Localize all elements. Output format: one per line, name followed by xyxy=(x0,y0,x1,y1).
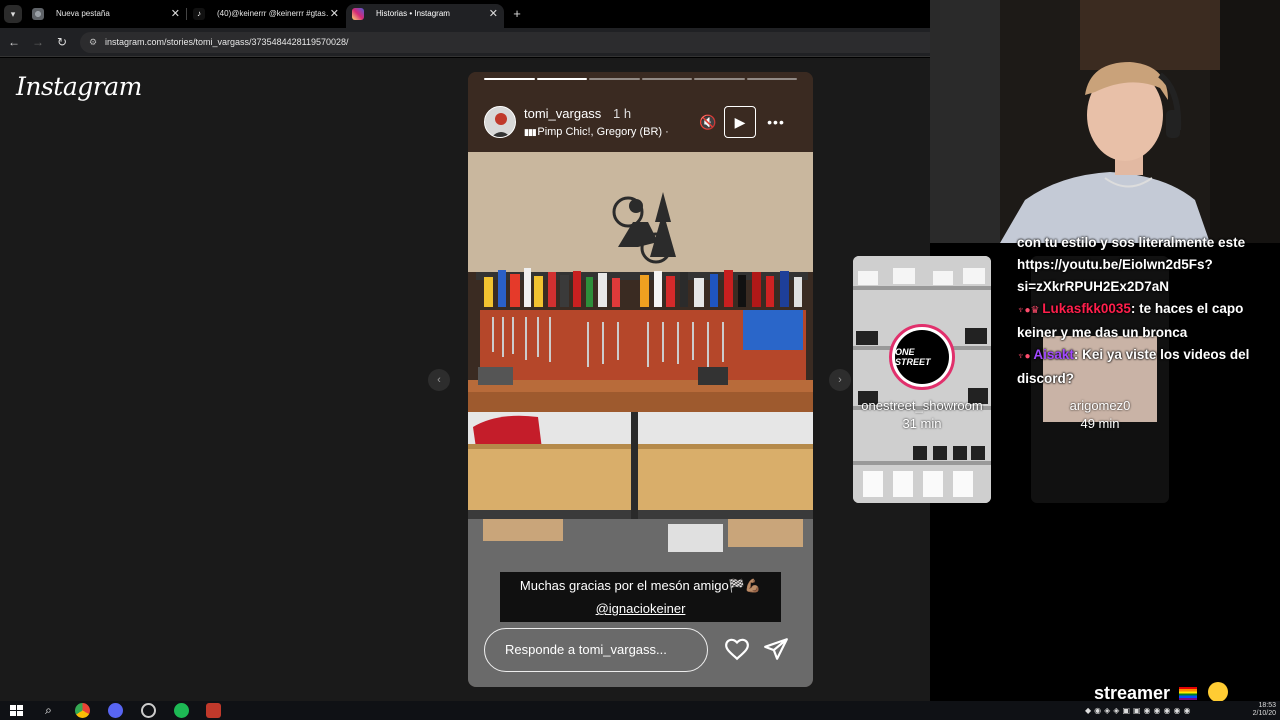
windows-taskbar: ⌕ ◆◉◈◈▣▣◉◉◉◉◉ 18:53 2/10/20 xyxy=(0,701,1280,720)
preview-username: onestreet_showroom xyxy=(861,398,983,413)
progress-segment xyxy=(746,78,797,80)
spotify-icon[interactable] xyxy=(174,703,189,718)
webcam-overlay xyxy=(930,0,1280,243)
windows-logo-icon xyxy=(10,705,23,716)
onestreet-logo-text: ONE STREET xyxy=(895,330,949,384)
story-viewer[interactable]: tomi_vargass 1 h ▮▮▮ Pimp Chic!, Gregory… xyxy=(468,72,813,687)
discord-icon[interactable] xyxy=(108,703,123,718)
instagram-stories-page: Instagram ‹ › tomi_vargass 1 h ▮▮▮ Pimp … xyxy=(0,58,1169,701)
story-username[interactable]: tomi_vargass xyxy=(524,106,601,122)
tiktok-icon: ♪ xyxy=(193,8,205,20)
story-progress-bar xyxy=(484,78,797,81)
clock[interactable]: 18:53 2/10/20 xyxy=(1238,702,1276,718)
windows-start-icon[interactable] xyxy=(9,703,24,718)
site-info-icon[interactable]: ⚙ xyxy=(86,35,100,49)
chat-username: Lukasfkk0035 xyxy=(1042,301,1131,316)
chrome-taskbar-icon[interactable] xyxy=(75,703,90,718)
url-text: instagram.com/stories/tomi_vargass/37354… xyxy=(105,37,349,47)
onestreet-avatar: ONE STREET xyxy=(889,324,955,390)
tab-tiktok[interactable]: ♪ (40)@keinerrr @keinerrr #gtas… ✕ xyxy=(187,4,345,28)
progress-segment xyxy=(589,78,640,80)
tab-title: Historias • Instagram xyxy=(376,9,450,18)
chat-message: con tu estilo y sos literalmente este ht… xyxy=(1010,232,1280,298)
chat-message: ♆● Aisakt: Kei ya viste los videos del d… xyxy=(1010,344,1280,390)
forward-arrow-icon[interactable]: → xyxy=(30,34,46,50)
reload-icon[interactable]: ↻ xyxy=(54,34,70,50)
preview-timestamp: 49 min xyxy=(1080,416,1120,431)
play-icon: ▶ xyxy=(734,114,746,130)
browser-tab-strip: ▾ Nueva pestaña ✕ ♪ (40)@keinerrr @keine… xyxy=(0,0,930,28)
close-tab-icon[interactable]: ✕ xyxy=(171,4,180,24)
address-bar[interactable]: ⚙ instagram.com/stories/tomi_vargass/373… xyxy=(80,32,930,53)
chrome-icon xyxy=(32,8,44,20)
chat-text: con tu estilo y sos literalmente este ht… xyxy=(1017,235,1246,294)
progress-segment xyxy=(694,78,745,80)
browser-toolbar: ← → ↻ ⚙ instagram.com/stories/tomi_varga… xyxy=(0,28,930,57)
play-button[interactable]: ▶ xyxy=(724,106,756,138)
new-tab-icon[interactable]: + xyxy=(509,4,525,24)
app-icon[interactable] xyxy=(206,703,221,718)
preview-username: arigomez0 xyxy=(1069,398,1131,413)
instagram-logo[interactable]: Instagram xyxy=(16,72,142,101)
song-title: Pimp Chic!, Gregory (BR) · xyxy=(537,126,669,138)
reply-input[interactable]: Responde a tomi_vargass... xyxy=(484,628,708,672)
back-arrow-icon[interactable]: ← xyxy=(6,34,22,50)
chat-badges-icon: ♆●♛ xyxy=(1017,305,1043,316)
caption-text: Muchas gracias por el mesón amigo🏁💪🏽 xyxy=(519,578,762,593)
chat-username: Aisakt xyxy=(1033,347,1074,362)
tab-instagram-stories[interactable]: Historias • Instagram ✕ xyxy=(346,4,504,28)
more-options-icon[interactable]: ••• xyxy=(764,112,788,132)
music-bars-icon: ▮▮▮ xyxy=(524,127,538,137)
search-icon[interactable]: ⌕ xyxy=(41,703,56,718)
obs-icon[interactable] xyxy=(141,703,156,718)
next-story-preview-onestreet[interactable]: ONE STREET onestreet_showroom 31 min xyxy=(853,256,991,503)
clock-date: 2/10/20 xyxy=(1252,710,1276,717)
like-heart-icon[interactable] xyxy=(724,636,750,662)
story-timestamp: 1 h xyxy=(613,106,632,121)
send-icon[interactable] xyxy=(763,636,789,662)
preview-timestamp: 31 min xyxy=(902,416,942,431)
streamer-label: streamer xyxy=(1094,683,1171,703)
pride-flag-icon xyxy=(1179,687,1198,700)
chat-badges-icon: ♆● xyxy=(1017,351,1034,362)
close-tab-icon[interactable]: ✕ xyxy=(330,4,339,24)
close-tab-icon[interactable]: ✕ xyxy=(489,4,498,24)
instagram-icon xyxy=(352,8,364,20)
star-eyes-emoji-icon xyxy=(1208,682,1229,702)
tab-new-tab[interactable]: Nueva pestaña ✕ xyxy=(26,4,186,28)
tab-search-dropdown-icon[interactable]: ▾ xyxy=(4,5,22,23)
system-tray-icons[interactable]: ◆◉◈◈▣▣◉◉◉◉◉ xyxy=(1085,702,1235,719)
screen: ▾ Nueva pestaña ✕ ♪ (40)@keinerrr @keine… xyxy=(0,0,1280,720)
tab-title: (40)@keinerrr @keinerrr #gtas… xyxy=(217,9,329,18)
streamer-webcam-image xyxy=(930,0,1280,243)
story-caption: Muchas gracias por el mesón amigo🏁💪🏽 @ig… xyxy=(500,572,781,622)
muted-speaker-icon[interactable]: 🔇 xyxy=(698,112,718,132)
story-avatar[interactable] xyxy=(484,106,516,138)
story-song[interactable]: ▮▮▮ Pimp Chic!, Gregory (BR) · xyxy=(524,125,669,139)
clock-time: 18:53 xyxy=(1258,702,1276,709)
progress-segment xyxy=(484,78,535,80)
progress-segment xyxy=(641,78,692,80)
stream-chat-overlay: con tu estilo y sos literalmente este ht… xyxy=(1010,232,1280,390)
caption-mention[interactable]: @ignaciokeiner xyxy=(504,597,777,620)
progress-segment xyxy=(536,78,587,80)
chat-message: ♆●♛ Lukasfkk0035: te haces el capo keine… xyxy=(1010,298,1280,344)
tab-title: Nueva pestaña xyxy=(56,9,110,18)
previous-story-arrow-icon[interactable]: ‹ xyxy=(428,369,450,391)
next-story-arrow-icon[interactable]: › xyxy=(829,369,851,391)
